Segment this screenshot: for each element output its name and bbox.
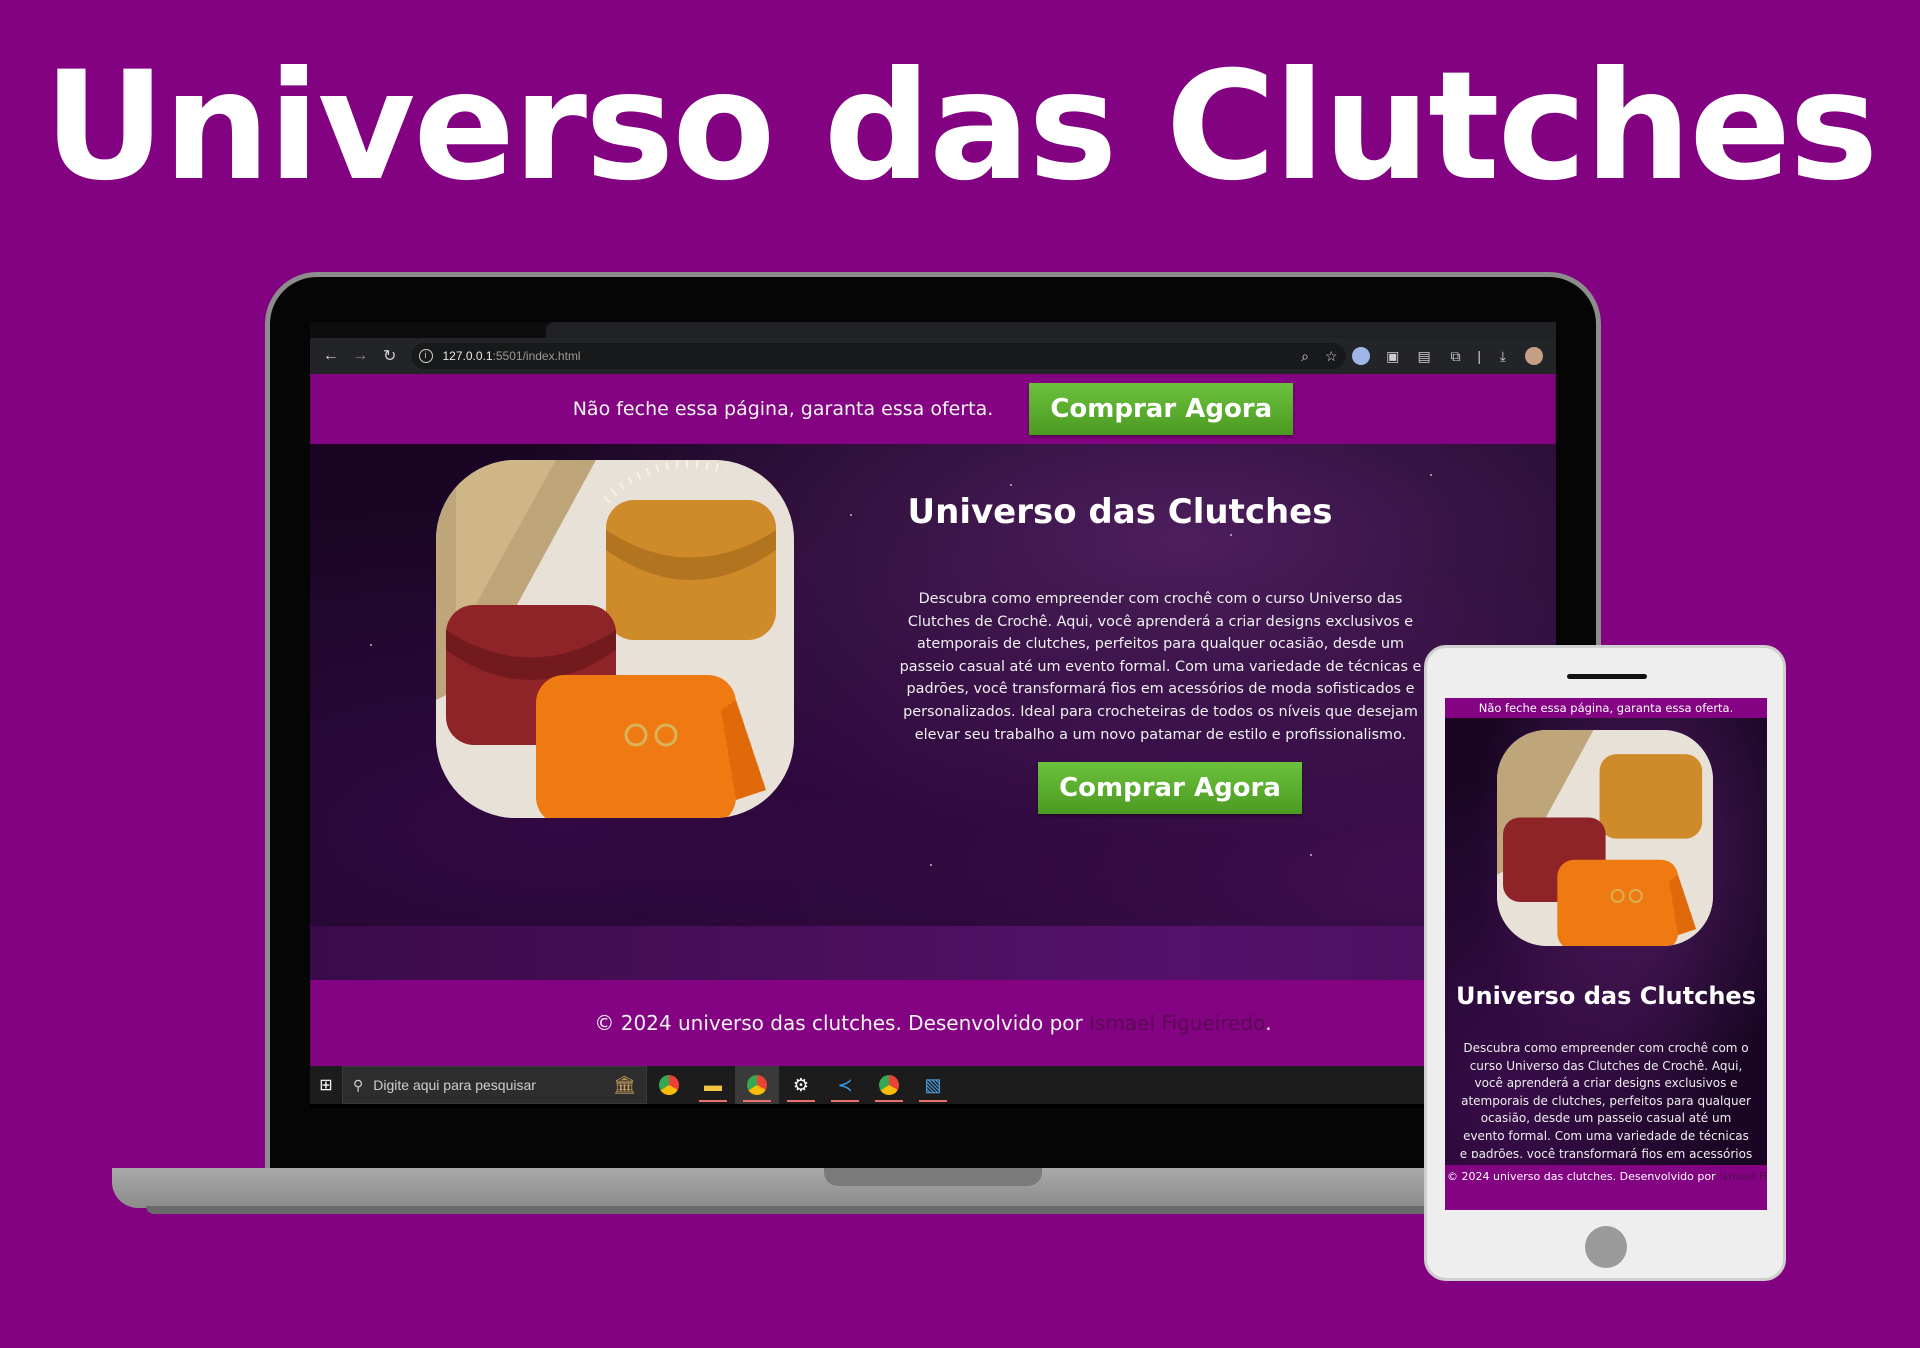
footer-suffix: . (1265, 1011, 1272, 1035)
url-host: 127.0.0.1 (442, 349, 493, 363)
file-explorer-icon[interactable]: ▬ (691, 1066, 735, 1104)
mobile-clutch-photo (1497, 730, 1713, 946)
clutch-photo-illustration (436, 460, 794, 818)
mobile-clutch-photo-illustration (1497, 730, 1713, 946)
photos-icon[interactable]: ▧ (911, 1066, 955, 1104)
vscode-icon[interactable]: ≺ (823, 1066, 867, 1104)
extensions-icon[interactable]: ⧉ (1440, 348, 1471, 365)
back-arrow-icon[interactable]: ← (316, 347, 346, 365)
address-bar[interactable]: i 127.0.0.1:5501/index.html ⌕ ☆ (410, 343, 1346, 369)
hero-description: Descubra como empreender com crochê com … (899, 591, 1422, 743)
forward-arrow-icon[interactable]: → (346, 347, 376, 365)
profile-avatar-icon[interactable] (1519, 347, 1550, 366)
browser-tabstrip (310, 322, 1556, 338)
chrome-profile-icon[interactable] (867, 1066, 911, 1104)
hero-buy-button[interactable]: Comprar Agora (1038, 762, 1302, 814)
phone-speaker (1567, 674, 1647, 679)
decorative-band (310, 926, 1556, 980)
hero-title: Universo das Clutches (907, 492, 1333, 532)
mobile-footer-text: © 2024 universo das clutches. Desenvolvi… (1447, 1170, 1720, 1183)
chrome-active-icon[interactable] (735, 1066, 779, 1104)
chrome-icon[interactable] (647, 1066, 691, 1104)
laptop-base (112, 1168, 1492, 1208)
settings-icon[interactable]: ⚙ (779, 1066, 823, 1104)
mobile-footer-author-link[interactable]: Ismael Figueiredo (1719, 1170, 1767, 1183)
toolbar-divider: | (1477, 348, 1482, 364)
footer-text: © 2024 universo das clutches. Desenvolvi… (594, 1011, 1083, 1035)
hero-section: Universo das Clutches Descubra como empr… (310, 444, 1556, 926)
topbar-notice: Não feche essa página, garanta essa ofer… (572, 398, 994, 420)
mobile-hero-description: Descubra como empreender com crochê com … (1459, 1041, 1753, 1158)
browser-toolbar: ← → ↻ i 127.0.0.1:5501/index.html ⌕ ☆ ▣ … (310, 338, 1556, 374)
phone-home-button (1585, 1226, 1627, 1268)
mobile-topbar-notice: Não feche essa página, garanta essa ofer… (1445, 698, 1767, 718)
footer-author-link[interactable]: Ismael Figueiredo (1089, 1011, 1265, 1035)
download-icon[interactable]: ⤓ (1487, 348, 1518, 365)
windows-taskbar: ⊞ ⚲ Digite aqui para pesquisar 🏛 ▬ ⚙ ≺ ▧… (310, 1066, 1556, 1104)
mobile-hero: Universo das Clutches Descubra como empr… (1445, 718, 1767, 1165)
site-info-icon[interactable]: i (418, 349, 433, 363)
laptop-screen: ← → ↻ i 127.0.0.1:5501/index.html ⌕ ☆ ▣ … (310, 322, 1556, 1108)
windows-start-icon[interactable]: ⊞ (310, 1075, 342, 1095)
browser-tab[interactable] (546, 322, 1556, 338)
headline-title: Universo das Clutches (43, 40, 1879, 214)
mobile-footer: © 2024 universo das clutches. Desenvolvi… (1445, 1165, 1767, 1210)
mobile-hero-title: Universo das Clutches (1456, 982, 1756, 1010)
clutch-photo (436, 460, 794, 818)
topbar-buy-button[interactable]: Comprar Agora (1029, 383, 1294, 435)
star-icon[interactable]: ☆ (1325, 348, 1338, 365)
devtools-extension-icon[interactable]: ▣ (1377, 348, 1408, 365)
phone-frame: Não feche essa página, garanta essa ofer… (1424, 645, 1786, 1281)
url-path: :5501/index.html (492, 349, 581, 363)
reload-icon[interactable]: ↻ (375, 346, 405, 366)
taskbar-search-placeholder: Digite aqui para pesquisar (373, 1077, 536, 1093)
zoom-icon[interactable]: ⌕ (1301, 348, 1309, 365)
search-icon: ⚲ (353, 1076, 364, 1093)
search-highlight-icon: 🏛 (613, 1074, 636, 1095)
phone-screen: Não feche essa página, garanta essa ofer… (1445, 698, 1767, 1210)
site-topbar: Não feche essa página, garanta essa ofer… (310, 374, 1556, 444)
site-footer: © 2024 universo das clutches. Desenvolvi… (310, 980, 1556, 1066)
screenshot-extension-icon[interactable]: ▤ (1408, 348, 1439, 365)
laptop-base-shadow (146, 1206, 1486, 1214)
taskbar-search[interactable]: ⚲ Digite aqui para pesquisar 🏛 (342, 1066, 647, 1104)
translate-extension-icon[interactable] (1346, 347, 1377, 366)
laptop-notch (824, 1168, 1042, 1186)
